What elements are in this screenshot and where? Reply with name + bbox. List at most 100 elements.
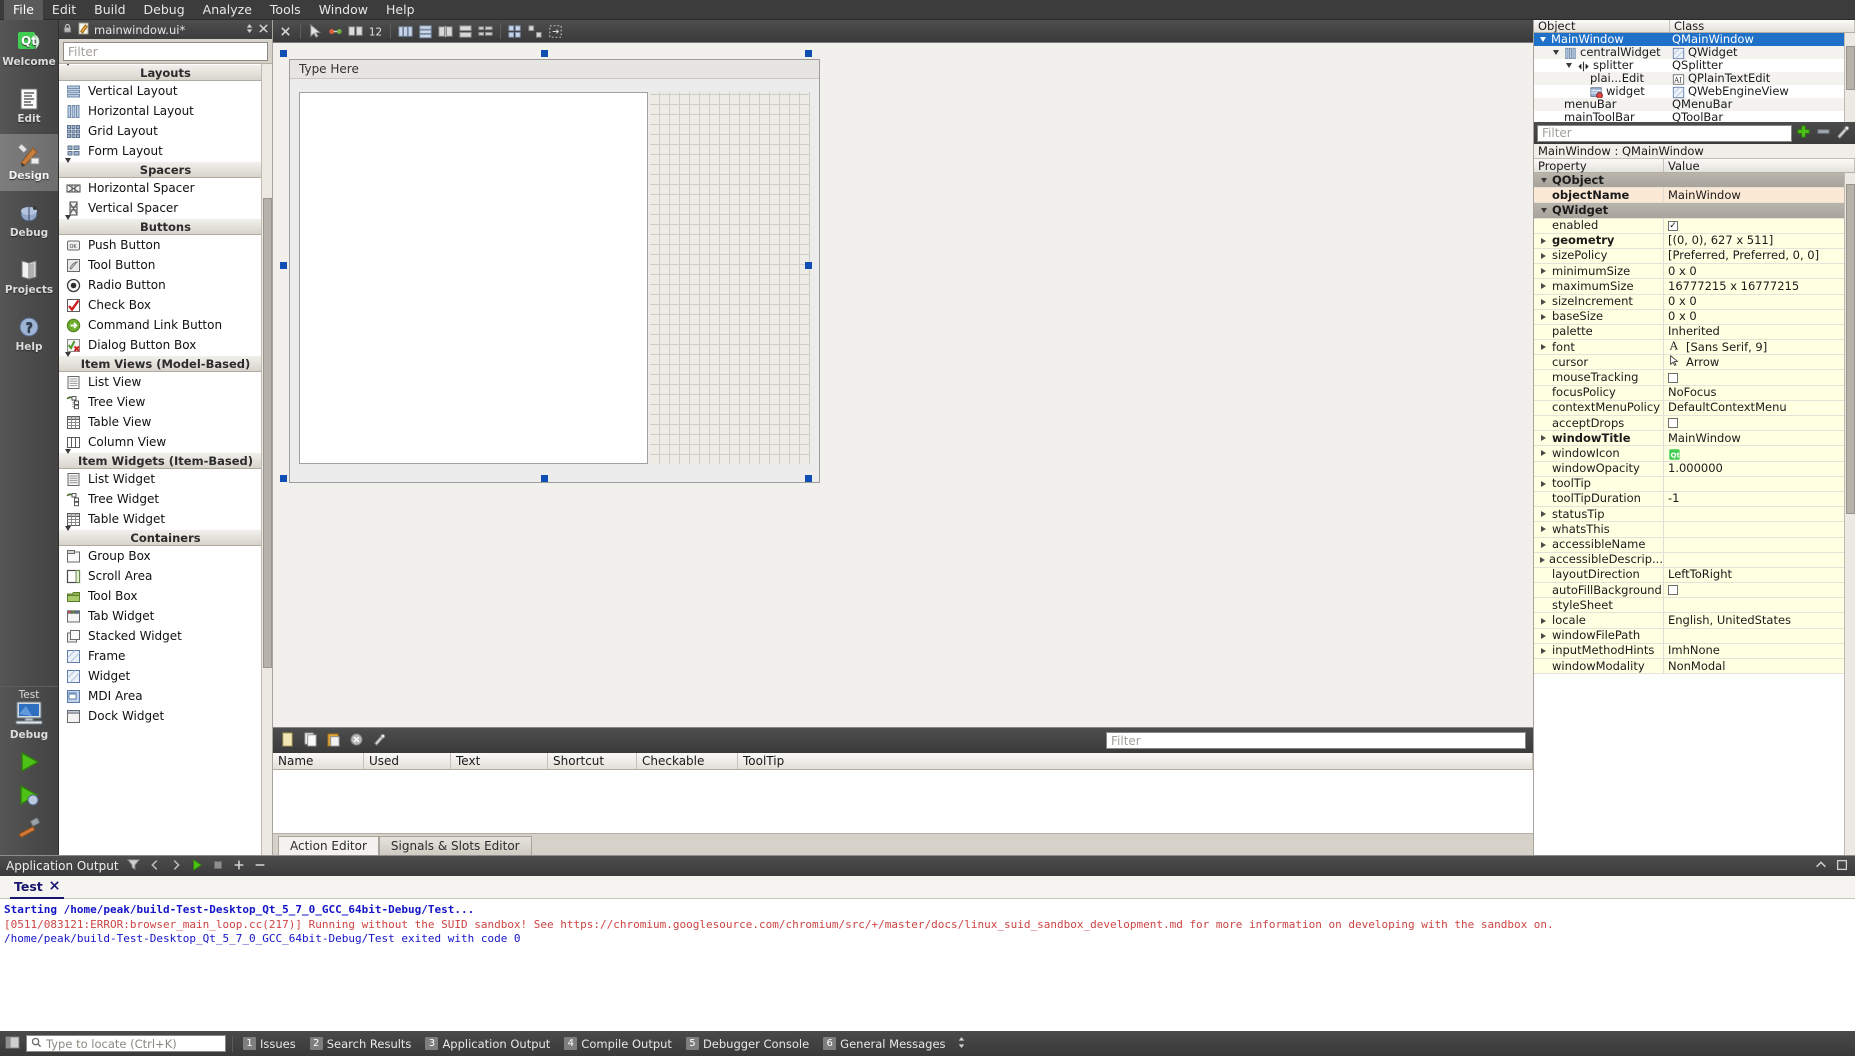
widget-item-tool-button[interactable]: Tool Button xyxy=(59,255,272,275)
mode-help[interactable]: ? Help xyxy=(0,305,58,362)
widget-item-check-box[interactable]: Check Box xyxy=(59,295,272,315)
property-value-cell[interactable]: DefaultContextMenu xyxy=(1664,401,1855,415)
chevron-right-icon[interactable] xyxy=(1538,511,1549,518)
widget-box-list[interactable]: Layouts Vertical Layout Horizontal Layout G… xyxy=(59,63,272,855)
widget-category-header[interactable]: Spacers xyxy=(59,157,272,178)
property-value-cell[interactable]: 0 x 0 xyxy=(1664,310,1855,324)
property-value-cell[interactable] xyxy=(1664,583,1855,597)
configure-action-icon[interactable] xyxy=(372,732,387,750)
widget-item-tree-widget[interactable]: Tree Widget xyxy=(59,489,272,509)
menu-window[interactable]: Window xyxy=(310,0,377,20)
edit-buddies-icon[interactable] xyxy=(346,22,365,41)
property-row[interactable]: mouseTracking xyxy=(1534,370,1855,386)
layout-splitter-horizontal-icon[interactable] xyxy=(436,22,455,41)
column-header-checkable[interactable]: Checkable xyxy=(637,753,738,769)
property-value-cell[interactable]: 0 x 0 xyxy=(1664,264,1855,278)
chevron-down-icon[interactable] xyxy=(1563,63,1574,68)
remove-dynamic-property-icon[interactable] xyxy=(1815,124,1832,142)
widget-category-header[interactable]: Containers xyxy=(59,525,272,546)
property-row[interactable]: cursor Arrow xyxy=(1534,355,1855,371)
property-value-cell[interactable]: NoFocus xyxy=(1664,386,1855,400)
menu-analyze[interactable]: Analyze xyxy=(194,0,261,20)
edit-widgets-icon[interactable] xyxy=(306,22,325,41)
property-value-cell[interactable]: -1 xyxy=(1664,492,1855,506)
resize-handle-left[interactable] xyxy=(280,262,287,269)
property-value-cell[interactable] xyxy=(1664,553,1855,567)
chevron-right-icon[interactable] xyxy=(1538,480,1549,487)
chevron-right-icon[interactable] xyxy=(1538,526,1549,533)
widget-item-radio-button[interactable]: Radio Button xyxy=(59,275,272,295)
statusbar-item-general-messages[interactable]: 6 General Messages xyxy=(819,1035,949,1053)
scrollbar-thumb[interactable] xyxy=(1846,184,1855,514)
statusbar-item-debugger-console[interactable]: 5 Debugger Console xyxy=(682,1035,813,1053)
property-value-cell[interactable] xyxy=(1664,629,1855,643)
tab-signals-slots-editor[interactable]: Signals & Slots Editor xyxy=(378,836,532,855)
property-value-cell[interactable]: 1.000000 xyxy=(1664,462,1855,476)
property-row[interactable]: QObject xyxy=(1534,173,1855,189)
chevron-right-icon[interactable] xyxy=(1538,617,1549,624)
close-tab-icon[interactable] xyxy=(49,879,60,894)
kit-selector[interactable]: Test Debug xyxy=(0,686,58,741)
property-value-cell[interactable]: [(0, 0), 627 x 511] xyxy=(1664,234,1855,248)
widget-item-tab-widget[interactable]: Tab Widget xyxy=(59,606,272,626)
widget-item-push-button[interactable]: OK Push Button xyxy=(59,235,272,255)
property-row[interactable]: palette Inherited xyxy=(1534,324,1855,341)
property-row[interactable]: contextMenuPolicy DefaultContextMenu xyxy=(1534,400,1855,416)
output-tab-test[interactable]: Test xyxy=(10,876,64,899)
widget-box-filter[interactable]: Filter xyxy=(63,42,268,61)
configure-property-editor-icon[interactable] xyxy=(1835,124,1852,142)
column-header-shortcut[interactable]: Shortcut xyxy=(548,753,637,769)
run-button[interactable] xyxy=(16,750,42,777)
menu-build[interactable]: Build xyxy=(85,0,134,20)
widget-item-tool-box[interactable]: Tool Box xyxy=(59,586,272,606)
resize-handle-bottom-right[interactable] xyxy=(805,475,812,482)
property-row[interactable]: windowIcon Qt xyxy=(1534,446,1855,462)
widget-item-command-link-button[interactable]: Command Link Button xyxy=(59,315,272,335)
widget-item-stacked-widget[interactable]: Stacked Widget xyxy=(59,626,272,646)
layout-form-icon[interactable] xyxy=(476,22,495,41)
main-window-form[interactable]: Type Here xyxy=(289,59,820,483)
chevron-right-icon[interactable] xyxy=(1538,268,1549,275)
widget-item-list-widget[interactable]: List Widget xyxy=(59,469,272,489)
break-layout-icon[interactable] xyxy=(526,22,545,41)
property-row[interactable]: accessibleName xyxy=(1534,537,1855,553)
widget-category-header[interactable]: Item Widgets (Item-Based) xyxy=(59,448,272,469)
property-value-cell[interactable]: English, UnitedStates xyxy=(1664,613,1855,627)
property-editor-scrollbar[interactable] xyxy=(1844,173,1855,855)
widget-item-widget[interactable]: Widget xyxy=(59,666,272,686)
chevron-right-icon[interactable] xyxy=(1538,632,1549,639)
chevron-right-icon[interactable] xyxy=(1538,253,1549,260)
chevron-right-icon[interactable] xyxy=(1538,313,1549,320)
form-selection-area[interactable]: Type Here xyxy=(280,50,820,483)
property-value-cell[interactable]: Inherited xyxy=(1664,325,1855,339)
property-row[interactable]: whatsThis xyxy=(1534,522,1855,538)
property-row[interactable]: accessibleDescrip... xyxy=(1534,552,1855,568)
scrollbar-thumb[interactable] xyxy=(263,198,272,668)
property-row[interactable]: statusTip xyxy=(1534,507,1855,523)
object-tree-row[interactable]: mainToolBar QToolBar xyxy=(1534,111,1855,123)
object-inspector-scrollbar[interactable] xyxy=(1844,33,1855,122)
chevron-right-icon[interactable] xyxy=(1538,237,1549,244)
widget-item-dialog-button-box[interactable]: Dialog Button Box xyxy=(59,335,272,355)
adjust-size-icon[interactable] xyxy=(546,22,565,41)
plain-text-edit-widget[interactable] xyxy=(299,92,648,464)
widget-item-horizontal-layout[interactable]: Horizontal Layout xyxy=(59,101,272,121)
resize-handle-top-right[interactable] xyxy=(805,50,812,57)
file-tab-dropdown-icon[interactable] xyxy=(245,22,254,38)
column-header-tooltip[interactable]: ToolTip xyxy=(738,753,1533,769)
rerun-icon[interactable] xyxy=(190,858,204,875)
widget-item-tree-view[interactable]: Tree View xyxy=(59,392,272,412)
mode-projects[interactable]: Projects xyxy=(0,248,58,305)
widget-item-horizontal-spacer[interactable]: Horizontal Spacer xyxy=(59,178,272,198)
next-item-icon[interactable] xyxy=(169,858,183,875)
add-dynamic-property-icon[interactable] xyxy=(1795,124,1812,142)
property-row[interactable]: focusPolicy NoFocus xyxy=(1534,385,1855,401)
property-row[interactable]: styleSheet xyxy=(1534,598,1855,614)
checkbox-unchecked[interactable] xyxy=(1668,372,1678,383)
statusbar-item-compile-output[interactable]: 4 Compile Output xyxy=(560,1035,676,1053)
property-row[interactable]: objectName MainWindow xyxy=(1534,188,1855,204)
web-engine-view-widget[interactable] xyxy=(650,92,810,464)
property-value-cell[interactable]: Arrow xyxy=(1664,355,1855,369)
widget-category-header[interactable]: Item Views (Model-Based) xyxy=(59,351,272,372)
delete-action-icon[interactable] xyxy=(349,732,364,750)
